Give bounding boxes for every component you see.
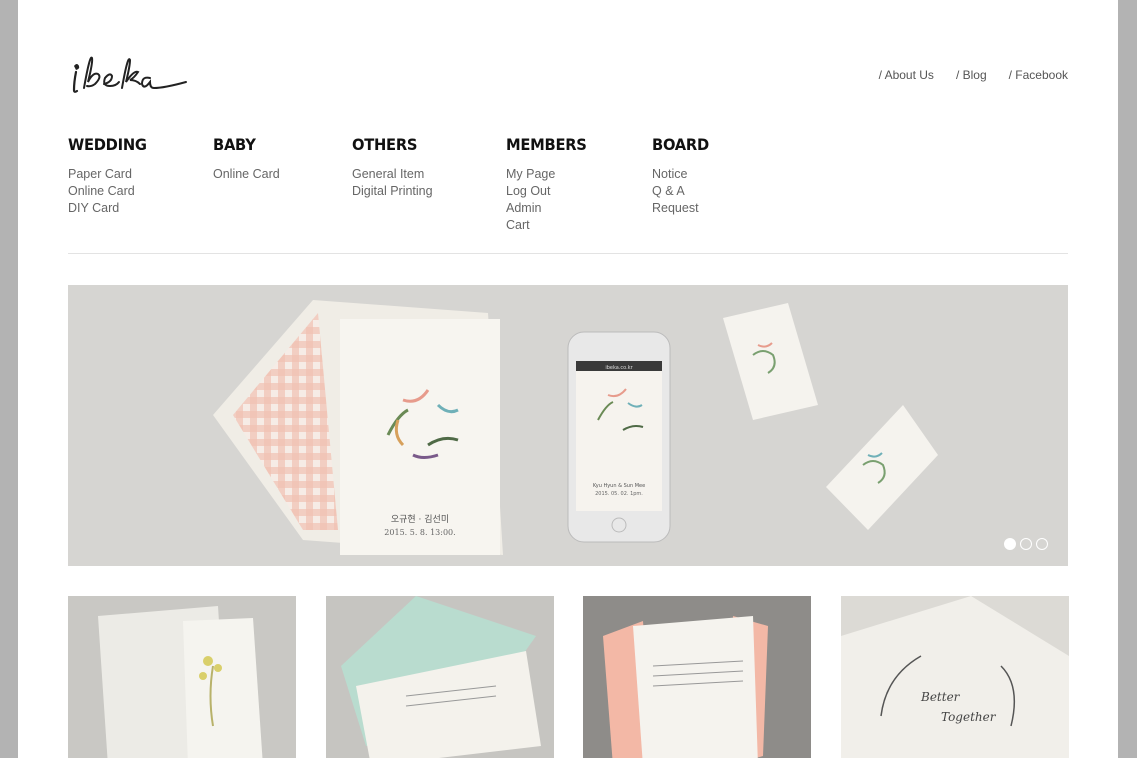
top-links: / About Us / Blog / Facebook xyxy=(879,68,1068,82)
nav-heading-board[interactable]: BOARD xyxy=(652,135,709,154)
about-us-link[interactable]: / About Us xyxy=(879,68,934,82)
main-nav: WEDDING Paper Card Online Card DIY Card … xyxy=(68,135,1068,235)
nav-item-paper-card[interactable]: Paper Card xyxy=(68,166,154,183)
nav-heading-wedding[interactable]: WEDDING xyxy=(68,135,147,154)
facebook-link[interactable]: / Facebook xyxy=(1009,68,1068,82)
slider-dot-1[interactable] xyxy=(1004,538,1016,550)
thumb-text-together: Together xyxy=(941,710,997,724)
nav-item-my-page[interactable]: My Page xyxy=(506,166,594,183)
nav-item-qa[interactable]: Q & A xyxy=(652,183,714,200)
nav-divider xyxy=(68,253,1068,254)
blog-link[interactable]: / Blog xyxy=(956,68,987,82)
nav-heading-others[interactable]: OTHERS xyxy=(352,135,426,154)
nav-item-cart[interactable]: Cart xyxy=(506,217,594,234)
product-thumb-2[interactable] xyxy=(326,596,554,758)
product-image-4: Better Together xyxy=(841,596,1069,758)
card-date: 2015. 5. 8. 13:00. xyxy=(384,528,455,537)
nav-heading-members[interactable]: MEMBERS xyxy=(506,135,587,154)
nav-item-notice[interactable]: Notice xyxy=(652,166,714,183)
phone-names: Kyu Hyun & Sun Mee xyxy=(593,483,645,489)
phone-url: ibeka.co.kr xyxy=(605,365,633,371)
nav-item-diy-card[interactable]: DIY Card xyxy=(68,200,154,217)
product-thumb-4[interactable]: Better Together xyxy=(841,596,1069,758)
nav-others: OTHERS General Item Digital Printing xyxy=(352,135,433,200)
nav-item-general-item[interactable]: General Item xyxy=(352,166,433,183)
slider-dot-3[interactable] xyxy=(1036,538,1048,550)
nav-item-request[interactable]: Request xyxy=(652,200,714,217)
nav-wedding: WEDDING Paper Card Online Card DIY Card xyxy=(68,135,154,217)
nav-item-baby-online-card[interactable]: Online Card xyxy=(213,166,280,183)
nav-item-online-card[interactable]: Online Card xyxy=(68,183,154,200)
product-thumb-3[interactable] xyxy=(583,596,811,758)
nav-members: MEMBERS My Page Log Out Admin Cart xyxy=(506,135,594,234)
product-image-2 xyxy=(326,596,554,758)
thumb-text-better: Better xyxy=(920,690,961,704)
product-thumbnails: Better Together xyxy=(68,596,1069,758)
product-image-1 xyxy=(68,596,296,758)
slider-dot-2[interactable] xyxy=(1020,538,1032,550)
phone-date: 2015. 05. 02. 1pm. xyxy=(595,491,643,497)
nav-baby: BABY Online Card xyxy=(213,135,280,183)
product-image-3 xyxy=(583,596,811,758)
hero-slider[interactable]: 오규현 · 김선미 2015. 5. 8. 13:00. ibeka.co.kr… xyxy=(68,285,1068,566)
product-thumb-1[interactable] xyxy=(68,596,296,758)
hero-image: 오규현 · 김선미 2015. 5. 8. 13:00. ibeka.co.kr… xyxy=(213,300,938,555)
nav-item-digital-printing[interactable]: Digital Printing xyxy=(352,183,433,200)
slider-dots xyxy=(1004,538,1048,550)
page: ibeka / About Us / Blog / Facebook WEDDI… xyxy=(18,0,1118,758)
logo-mark: ibeka xyxy=(72,56,187,93)
nav-heading-baby[interactable]: BABY xyxy=(213,135,274,154)
nav-item-admin[interactable]: Admin xyxy=(506,200,594,217)
nav-board: BOARD Notice Q & A Request xyxy=(652,135,714,217)
nav-item-log-out[interactable]: Log Out xyxy=(506,183,594,200)
logo[interactable]: ibeka xyxy=(68,48,198,98)
card-names: 오규현 · 김선미 xyxy=(391,513,449,525)
